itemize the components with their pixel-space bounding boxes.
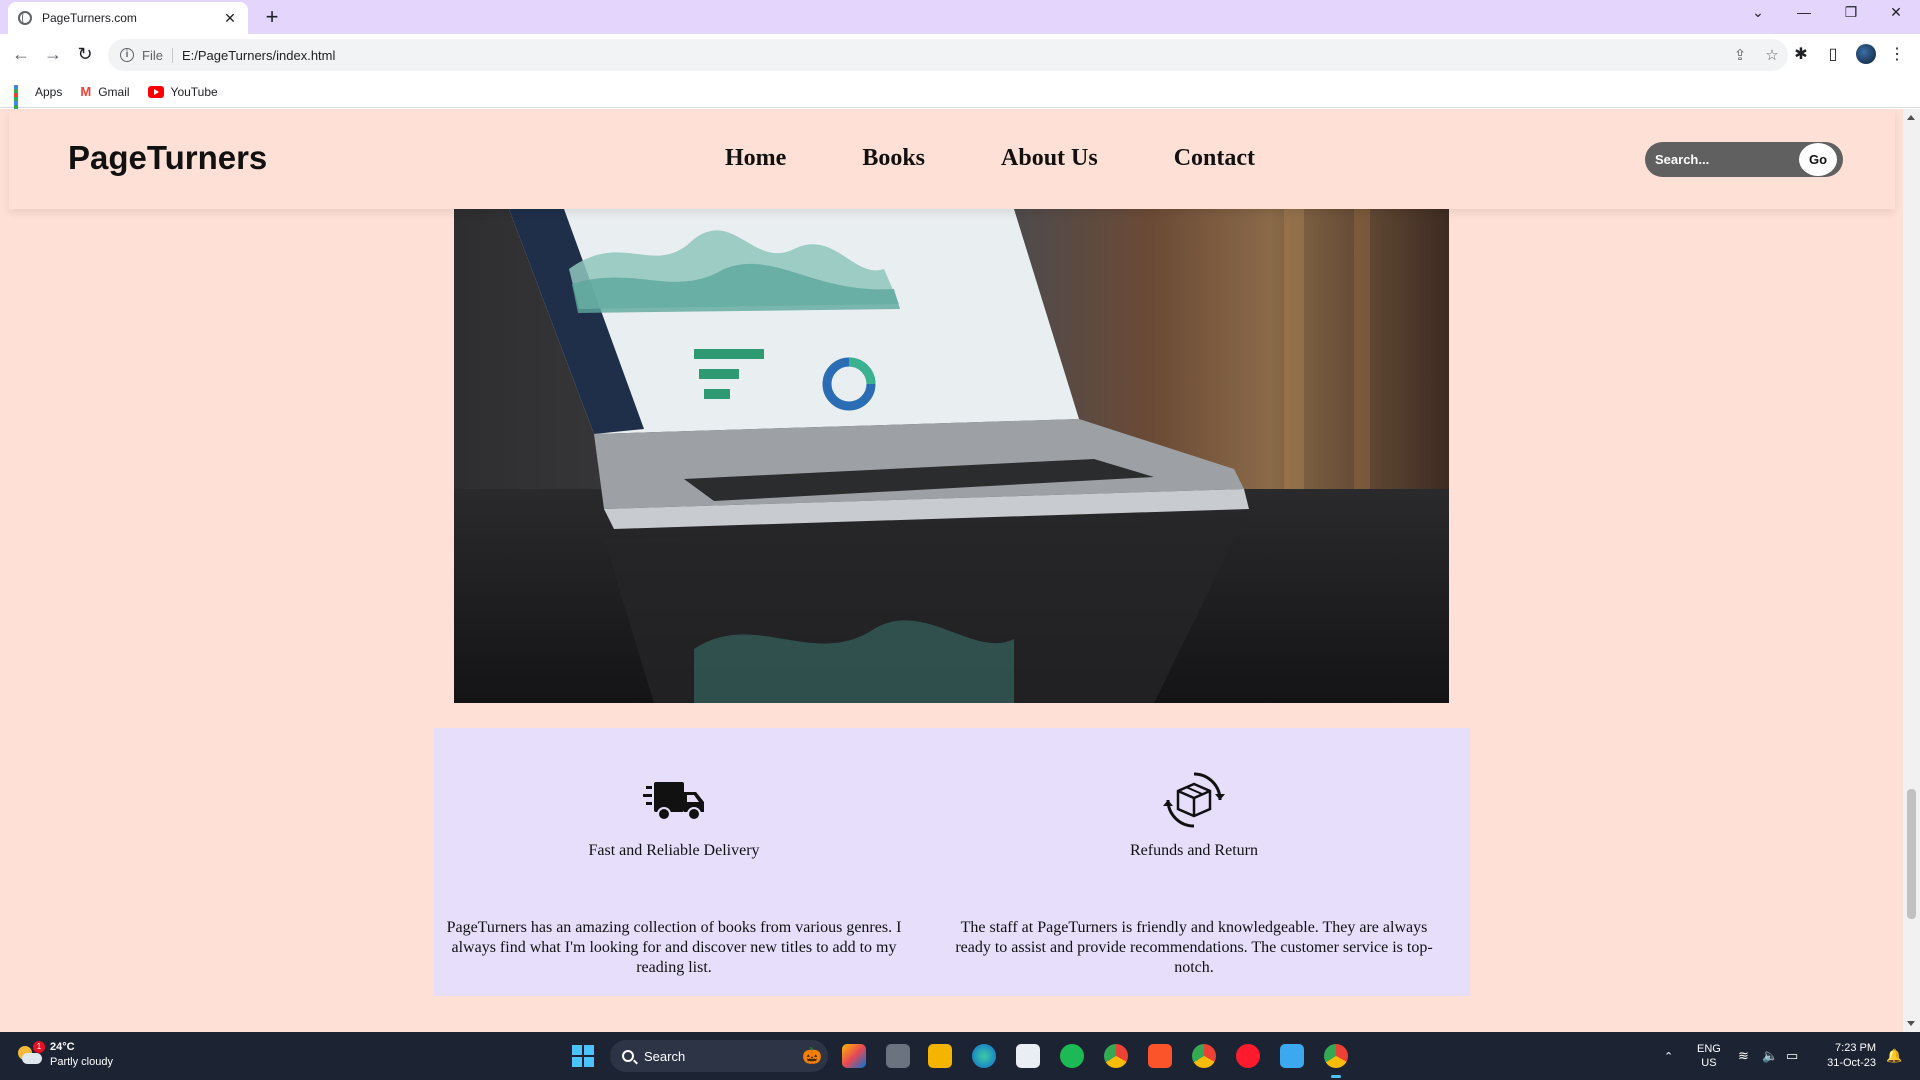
site-search: Go xyxy=(1645,142,1843,177)
share-icon[interactable]: ⇪ xyxy=(1724,46,1756,64)
menu-icon[interactable]: ⋮ xyxy=(1886,44,1908,66)
clock-date: 31-Oct-23 xyxy=(1827,1057,1876,1069)
scrollbar-thumb[interactable] xyxy=(1907,789,1916,919)
spotify-icon[interactable] xyxy=(1060,1044,1084,1068)
wifi-icon[interactable]: ≋ xyxy=(1738,1032,1749,1080)
page-viewport[interactable]: PageTurners Home Books About Us Contact … xyxy=(0,109,1920,1032)
clock-time: 7:23 PM xyxy=(1835,1042,1876,1054)
weather-widget[interactable]: 1 24°C Partly cloudy xyxy=(16,1040,113,1070)
feature-title: Refunds and Return xyxy=(1130,842,1258,859)
nav-home[interactable]: Home xyxy=(725,145,786,172)
system-clock[interactable]: 7:23 PM 31-Oct-23 xyxy=(1818,1041,1876,1071)
feature-title: Fast and Reliable Delivery xyxy=(588,842,760,859)
weather-temp: 24°C xyxy=(50,1041,75,1053)
volume-icon[interactable]: 🔈 xyxy=(1762,1032,1778,1080)
bookmark-apps[interactable]: Apps xyxy=(14,84,63,121)
file-explorer-icon[interactable] xyxy=(928,1044,952,1068)
info-icon[interactable]: i xyxy=(120,48,134,62)
hero-laptop-image xyxy=(454,209,1449,703)
chrome-icon[interactable] xyxy=(1104,1044,1128,1068)
search-go-button[interactable]: Go xyxy=(1799,143,1837,176)
feature-refunds: Refunds and Return The staff at PageTurn… xyxy=(954,728,1434,996)
side-panel-icon[interactable]: ▯ xyxy=(1822,44,1844,66)
laptop-dashboard-illustration xyxy=(454,209,1449,703)
minimize-button[interactable]: — xyxy=(1794,4,1814,20)
show-hidden-icons[interactable]: ⌃ xyxy=(1664,1032,1673,1080)
widgets-app-icon[interactable] xyxy=(842,1044,866,1068)
bookmarks-bar: Apps M Gmail YouTube xyxy=(0,76,1920,121)
tab-search-icon[interactable]: ⌄ xyxy=(1748,4,1768,21)
halloween-pumpkins-icon: 🎃 xyxy=(802,1048,822,1065)
globe-icon xyxy=(18,11,32,25)
browser-tab-strip: PageTurners.com ✕ + ⌄ — ❐ ✕ xyxy=(0,0,1920,34)
language-indicator[interactable]: ENG US xyxy=(1697,1032,1721,1080)
browser-tab[interactable]: PageTurners.com ✕ xyxy=(8,2,248,34)
brave-icon[interactable] xyxy=(1148,1044,1172,1068)
edge-icon[interactable] xyxy=(972,1044,996,1068)
url-text[interactable]: E:/PageTurners/index.html xyxy=(182,48,1724,63)
browser-toolbar: ← → ↻ i File E:/PageTurners/index.html ⇪… xyxy=(0,34,1920,76)
tab-title: PageTurners.com xyxy=(42,11,137,25)
notepad-icon[interactable] xyxy=(1280,1044,1304,1068)
feature-delivery: Fast and Reliable Delivery PageTurners h… xyxy=(434,728,914,996)
features-panel: Fast and Reliable Delivery PageTurners h… xyxy=(434,728,1470,996)
reload-icon[interactable]: ↻ xyxy=(74,43,96,65)
site-header: PageTurners Home Books About Us Contact … xyxy=(9,109,1895,209)
nav-contact[interactable]: Contact xyxy=(1174,145,1255,172)
profile-icon[interactable] xyxy=(1856,44,1876,64)
nav-books[interactable]: Books xyxy=(862,145,925,172)
search-input[interactable] xyxy=(1645,142,1797,177)
opera-icon[interactable] xyxy=(1236,1044,1260,1068)
star-icon[interactable]: ☆ xyxy=(1756,46,1788,64)
youtube-icon xyxy=(147,85,164,98)
main-nav: Home Books About Us Contact xyxy=(725,145,1331,172)
ms-store-icon[interactable] xyxy=(1016,1044,1040,1068)
bookmark-label: YouTube xyxy=(170,84,218,99)
search-icon xyxy=(622,1050,634,1062)
notification-bell-icon[interactable]: 🔔 xyxy=(1886,1032,1902,1080)
language-label: ENG xyxy=(1697,1043,1721,1055)
taskbar-search-label: Search xyxy=(644,1048,686,1064)
url-scheme: File xyxy=(142,47,173,63)
delivery-truck-icon xyxy=(643,782,704,821)
feature-text: PageTurners has an amazing collection of… xyxy=(446,919,902,976)
extensions-icon[interactable]: ✱ xyxy=(1790,44,1812,66)
windows-taskbar: 1 24°C Partly cloudy Search 🎃 ⌃ ENG US ≋… xyxy=(0,1032,1920,1080)
partly-cloudy-icon: 1 xyxy=(16,1041,45,1066)
bookmark-youtube[interactable]: YouTube xyxy=(147,84,218,99)
back-icon[interactable]: ← xyxy=(10,43,32,65)
battery-icon[interactable]: ▭ xyxy=(1786,1032,1798,1080)
address-bar[interactable]: i File E:/PageTurners/index.html ⇪ ☆ xyxy=(108,39,1788,71)
chrome-profile-icon[interactable] xyxy=(1192,1044,1216,1068)
bookmark-label: Apps xyxy=(35,84,63,99)
taskbar-search[interactable]: Search 🎃 xyxy=(610,1040,828,1072)
chrome-active-icon[interactable] xyxy=(1324,1044,1348,1078)
gmail-icon: M xyxy=(80,84,92,99)
forward-icon[interactable]: → xyxy=(42,43,64,65)
tab-close-icon[interactable]: ✕ xyxy=(222,10,238,27)
restore-button[interactable]: ❐ xyxy=(1841,4,1861,21)
apps-icon xyxy=(14,84,28,121)
bookmark-label: Gmail xyxy=(98,84,130,99)
region-label: US xyxy=(1701,1057,1717,1069)
site-logo[interactable]: PageTurners xyxy=(68,139,267,177)
task-view-icon[interactable] xyxy=(886,1044,910,1068)
close-window-button[interactable]: ✕ xyxy=(1886,4,1906,21)
scroll-down-icon[interactable] xyxy=(1907,1021,1915,1026)
windows-start-icon[interactable] xyxy=(572,1045,594,1067)
bookmark-gmail[interactable]: M Gmail xyxy=(80,84,129,99)
page-scrollbar[interactable] xyxy=(1903,109,1920,1032)
scroll-up-icon[interactable] xyxy=(1907,115,1915,120)
nav-about-us[interactable]: About Us xyxy=(1001,145,1098,172)
new-tab-button[interactable]: + xyxy=(260,4,284,30)
feature-text: The staff at PageTurners is friendly and… xyxy=(955,919,1433,976)
weather-desc: Partly cloudy xyxy=(50,1056,113,1068)
refund-box-icon xyxy=(1163,772,1225,828)
weather-badge: 1 xyxy=(33,1041,45,1053)
